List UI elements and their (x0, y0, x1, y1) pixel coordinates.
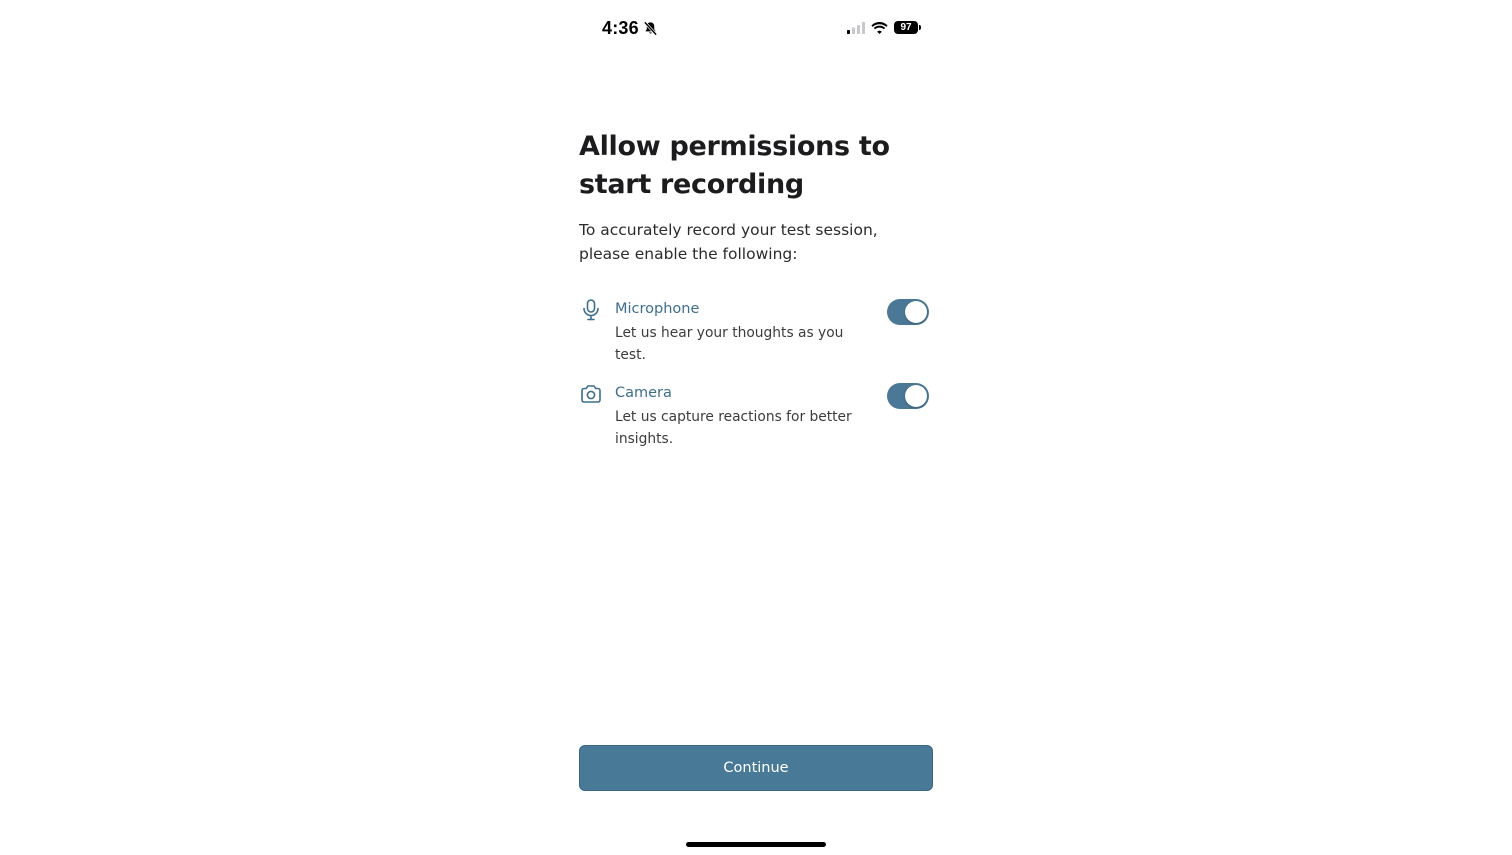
permission-title-camera: Camera (615, 385, 672, 401)
battery-icon: 97 (894, 21, 921, 34)
camera-icon (581, 385, 601, 403)
cellular-signal-icon (847, 21, 865, 34)
page-title: Allow permissions to start recording (579, 131, 890, 200)
permission-item-camera: Camera Let us capture reactions for bett… (579, 382, 933, 466)
toggle-knob (905, 301, 927, 323)
permission-description-microphone: Let us hear your thoughts as you test. (615, 325, 844, 363)
permission-title-microphone: Microphone (615, 301, 700, 317)
screen: 4:36 97 Allow permissions to start recor… (0, 0, 1512, 855)
page-subtitle: To accurately record your test session, … (579, 221, 878, 263)
home-indicator[interactable] (686, 842, 826, 847)
permissions-panel: Allow permissions to start recording To … (579, 128, 933, 466)
permission-description-camera: Let us capture reactions for better insi… (615, 409, 852, 447)
permission-item-microphone: Microphone Let us hear your thoughts as … (579, 298, 933, 382)
continue-button[interactable]: Continue (579, 745, 933, 791)
permission-list: Microphone Let us hear your thoughts as … (579, 298, 933, 466)
microphone-icon (583, 299, 599, 321)
bell-slash-icon (643, 21, 657, 36)
status-time: 4:36 (602, 18, 639, 38)
status-bar: 4:36 97 (580, 16, 932, 44)
camera-toggle[interactable] (887, 383, 929, 409)
wifi-icon (871, 21, 888, 34)
toggle-knob (905, 385, 927, 407)
microphone-toggle[interactable] (887, 299, 929, 325)
